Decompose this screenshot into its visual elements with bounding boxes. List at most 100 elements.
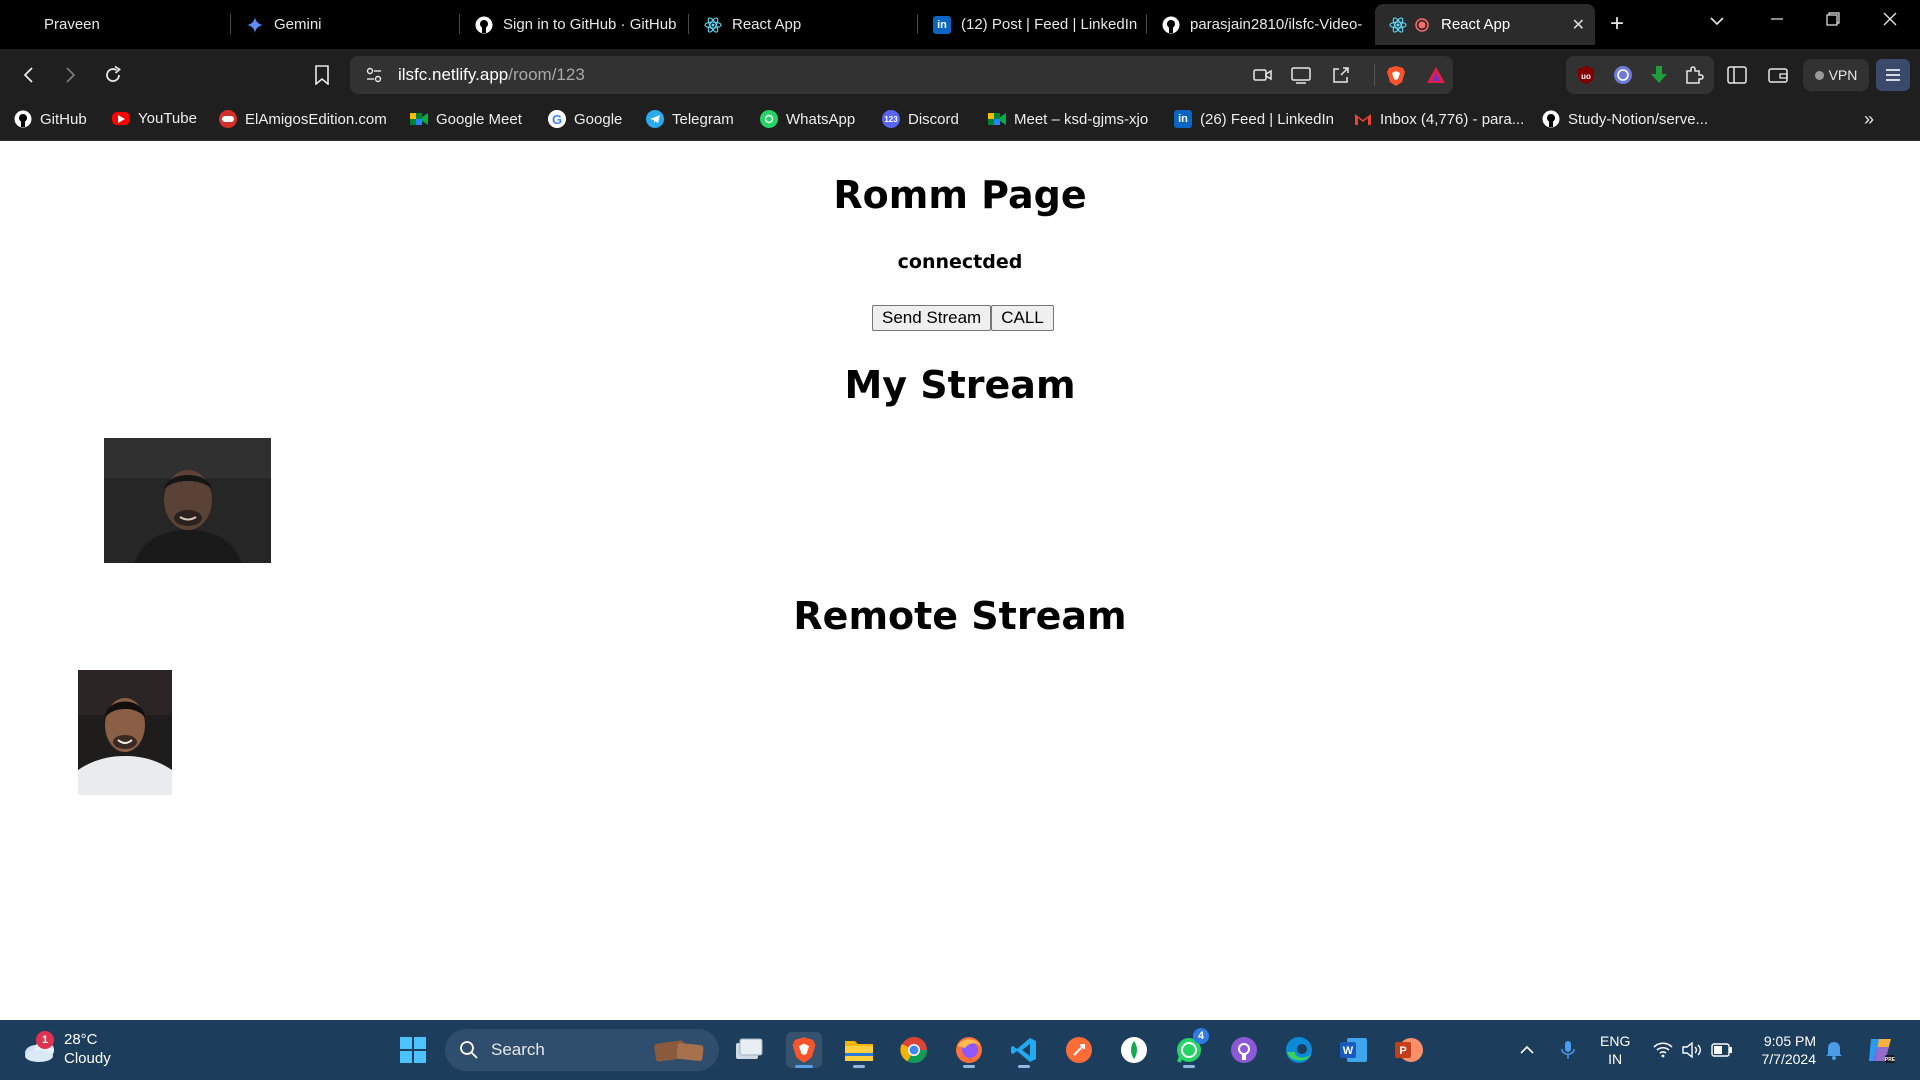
extensions-puzzle-icon[interactable]: [1684, 65, 1704, 90]
ublock-icon[interactable]: uo: [1576, 65, 1596, 90]
back-icon[interactable]: [17, 63, 41, 87]
firefox-icon[interactable]: [951, 1032, 987, 1068]
tab-react-app[interactable]: React App: [690, 4, 915, 45]
postman-icon[interactable]: [1061, 1032, 1097, 1068]
bookmark-linkedin[interactable]: in (26) Feed | LinkedIn: [1174, 110, 1334, 128]
google-icon: G: [548, 110, 566, 128]
close-tab-icon[interactable]: ✕: [1572, 15, 1585, 35]
call-button[interactable]: CALL: [991, 305, 1054, 331]
bookmark-google[interactable]: G Google: [548, 110, 622, 128]
battery-icon[interactable]: [1704, 1032, 1740, 1068]
telegram-icon: [646, 110, 664, 128]
extension-swirl-icon[interactable]: [1613, 65, 1633, 90]
bookmark-label: WhatsApp: [786, 110, 856, 128]
mongodb-compass-icon[interactable]: [1116, 1032, 1152, 1068]
my-stream-video[interactable]: [104, 438, 271, 563]
cast-icon[interactable]: [1290, 65, 1312, 90]
minimize-icon[interactable]: [1770, 10, 1784, 31]
bookmark-telegram[interactable]: Telegram: [646, 110, 734, 128]
system-clock[interactable]: 9:05 PM 7/7/2024: [1740, 1032, 1817, 1068]
bookmark-meet-room[interactable]: Meet – ksd-gjms-xjo: [988, 110, 1148, 128]
tab-linkedin-post[interactable]: in (12) Post | Feed | LinkedIn: [919, 4, 1144, 45]
site-settings-icon[interactable]: [364, 65, 384, 90]
word-icon[interactable]: W: [1336, 1032, 1372, 1068]
bookmark-discord[interactable]: 123 Discord: [882, 110, 959, 128]
file-explorer-icon[interactable]: [841, 1032, 877, 1068]
copilot-icon[interactable]: PRE: [1862, 1032, 1898, 1068]
close-window-icon[interactable]: [1883, 10, 1897, 31]
menu-icon[interactable]: [1876, 59, 1910, 91]
sidebar-icon[interactable]: [1725, 63, 1749, 87]
tab-gemini[interactable]: Gemini: [232, 4, 457, 45]
chrome-icon[interactable]: [896, 1032, 932, 1068]
powerpoint-icon[interactable]: P: [1391, 1032, 1427, 1068]
browser-tab-strip: Praveen Gemini Sign in to GitHub · GitHu…: [0, 0, 1920, 49]
chevron-down-icon[interactable]: [1708, 12, 1726, 34]
running-indicator: [853, 1065, 865, 1068]
recording-icon: [1413, 16, 1431, 34]
extensions-group: uo: [1566, 56, 1714, 94]
taskbar-search[interactable]: Search: [445, 1029, 719, 1071]
tab-github-repo[interactable]: parasjain2810/ilsfc-Video-: [1148, 4, 1373, 45]
bookmark-icon[interactable]: [310, 63, 334, 87]
edge-icon[interactable]: [1281, 1032, 1317, 1068]
url-text[interactable]: ilsfc.netlify.app/room/123: [398, 65, 585, 85]
bookmark-whatsapp[interactable]: WhatsApp: [760, 110, 855, 128]
share-icon[interactable]: [1331, 65, 1351, 90]
download-extension-icon[interactable]: [1649, 65, 1669, 90]
bookmark-label: ElAmigosEdition.com: [245, 110, 387, 128]
weather-widget[interactable]: 1 28°C Cloudy: [22, 1030, 111, 1068]
tab-separator: [459, 14, 460, 34]
vpn-label: VPN: [1828, 67, 1858, 83]
windows-start-icon[interactable]: [395, 1032, 431, 1068]
bookmark-label: GitHub: [40, 110, 87, 128]
new-tab-icon[interactable]: +: [1610, 10, 1624, 38]
reload-icon[interactable]: [101, 63, 125, 87]
github-icon: [1162, 16, 1180, 34]
chevron-up-icon[interactable]: [1509, 1032, 1545, 1068]
url-host: ilsfc.netlify.app: [398, 65, 509, 84]
bookmark-google-meet[interactable]: Google Meet: [410, 110, 522, 128]
bookmark-github[interactable]: GitHub: [14, 110, 87, 128]
tab-label: (12) Post | Feed | LinkedIn: [961, 16, 1138, 33]
search-highlight-icon: [653, 1036, 707, 1069]
react-icon: [1389, 16, 1407, 34]
vpn-button[interactable]: VPN: [1803, 59, 1869, 91]
brave-browser-icon[interactable]: [786, 1032, 822, 1068]
send-stream-button[interactable]: Send Stream: [872, 305, 992, 331]
input-language[interactable]: ENG IN: [1600, 1032, 1630, 1068]
notification-bell-icon[interactable]: [1816, 1032, 1852, 1068]
chevron-double-right-icon[interactable]: »: [1864, 109, 1874, 130]
brave-rewards-icon[interactable]: [1426, 65, 1446, 90]
github-desktop-icon[interactable]: [1226, 1032, 1262, 1068]
task-view-icon[interactable]: [731, 1032, 767, 1068]
vscode-icon[interactable]: [1006, 1032, 1042, 1068]
svg-text:W: W: [1343, 1045, 1354, 1057]
bookmark-label: Study-Notion/serve...: [1568, 110, 1709, 128]
bookmark-study-notion[interactable]: Study-Notion/serve...: [1542, 110, 1708, 128]
meet-icon: [410, 110, 428, 128]
clock-time: 9:05 PM: [1763, 1033, 1816, 1049]
remote-stream-video[interactable]: [78, 670, 172, 795]
brave-shields-icon[interactable]: [1386, 65, 1406, 92]
bookmark-elamigos[interactable]: ElAmigosEdition.com: [219, 110, 387, 128]
tab-profile[interactable]: Praveen: [30, 4, 220, 45]
address-bar[interactable]: ilsfc.netlify.app/room/123: [350, 56, 1453, 94]
bookmark-label: Telegram: [672, 110, 734, 128]
restore-icon[interactable]: [1826, 10, 1840, 31]
tab-github-signin[interactable]: Sign in to GitHub · GitHub: [461, 4, 686, 45]
tab-react-app-active[interactable]: React App ✕: [1375, 4, 1595, 45]
linkedin-icon: in: [933, 15, 951, 34]
divider: [1374, 64, 1375, 86]
whatsapp-icon: [760, 110, 778, 128]
gmail-icon: [1354, 110, 1372, 128]
bookmark-label: YouTube: [138, 110, 197, 127]
microphone-icon[interactable]: [1550, 1032, 1586, 1068]
wallet-icon[interactable]: [1766, 63, 1790, 87]
forward-icon[interactable]: [58, 63, 82, 87]
camera-icon[interactable]: [1253, 65, 1273, 90]
bookmark-gmail[interactable]: Inbox (4,776) - para...: [1354, 110, 1524, 128]
bookmarks-bar: GitHub YouTube ElAmigosEdition.com Googl…: [0, 101, 1920, 141]
bookmark-youtube[interactable]: YouTube: [112, 110, 197, 127]
whatsapp-icon[interactable]: 4: [1171, 1028, 1209, 1068]
